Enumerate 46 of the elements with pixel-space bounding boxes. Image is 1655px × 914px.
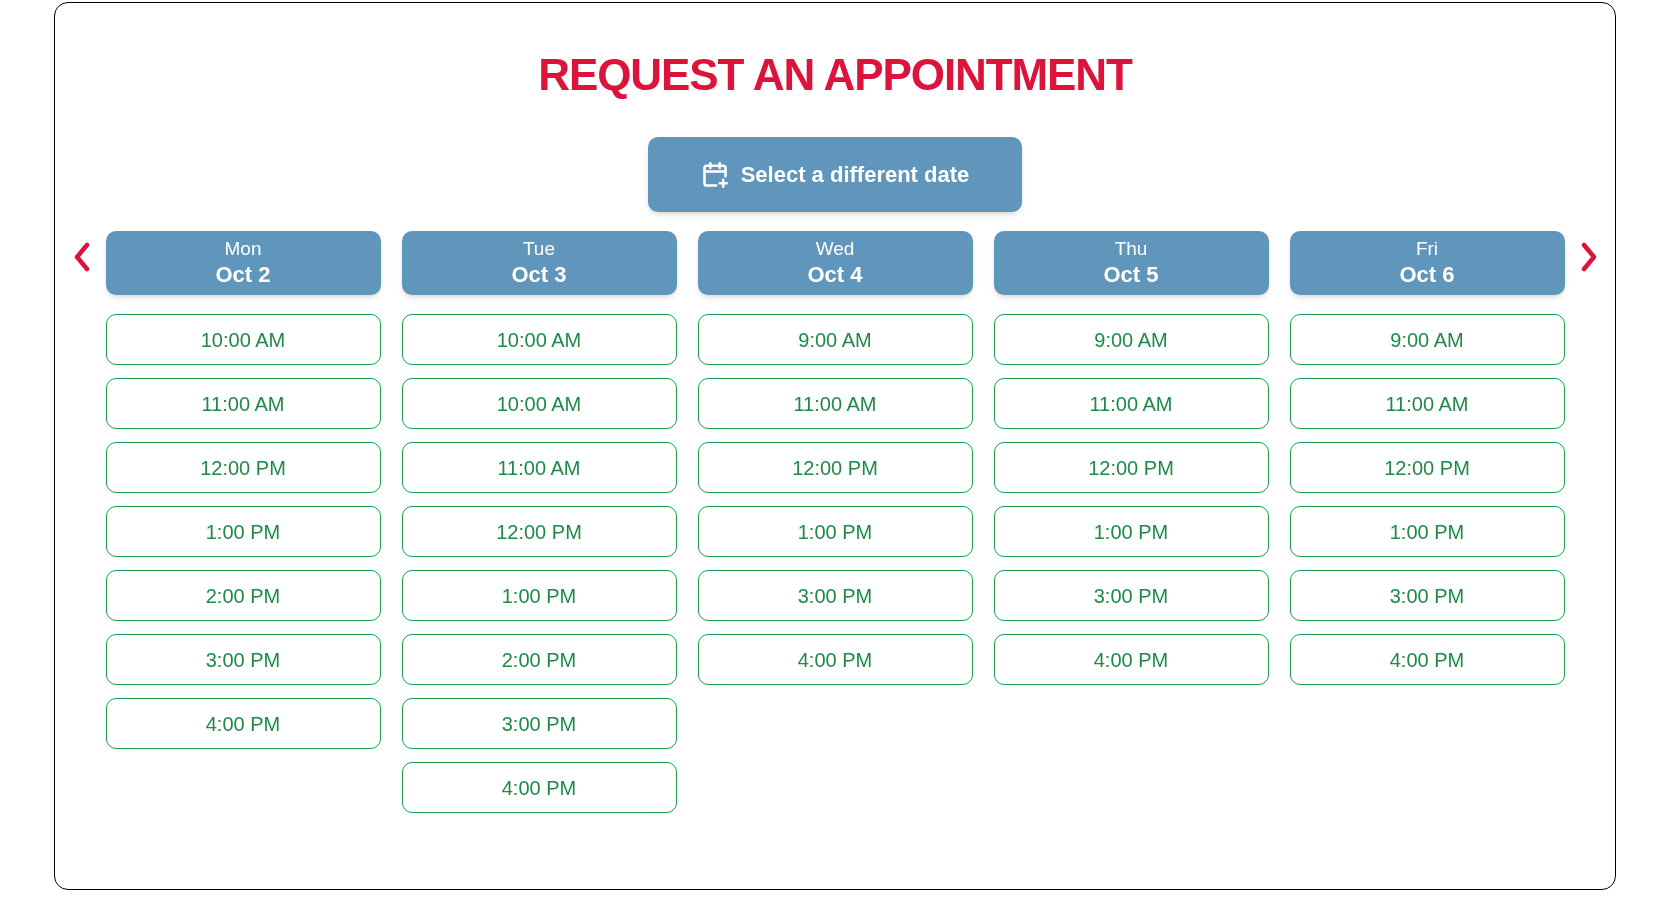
- date-label: Oct 6: [1399, 261, 1455, 289]
- time-slot-button[interactable]: 12:00 PM: [1289, 442, 1565, 493]
- calendar-add-icon: [700, 160, 729, 189]
- time-slot-button[interactable]: 1:00 PM: [105, 506, 381, 557]
- time-slot-button[interactable]: 4:00 PM: [697, 634, 973, 685]
- weekday-label: Thu: [1114, 237, 1148, 262]
- date-label: Oct 4: [807, 261, 863, 289]
- time-slot-button[interactable]: 4:00 PM: [1289, 634, 1565, 685]
- time-slot-button[interactable]: 11:00 AM: [401, 442, 677, 493]
- time-slot-button[interactable]: 1:00 PM: [993, 506, 1269, 557]
- time-slot-button[interactable]: 3:00 PM: [993, 570, 1269, 621]
- time-slot-button[interactable]: 3:00 PM: [697, 570, 973, 621]
- time-slot-button[interactable]: 10:00 AM: [105, 314, 381, 365]
- time-slot-button[interactable]: 3:00 PM: [401, 698, 677, 749]
- time-slot-button[interactable]: 12:00 PM: [993, 442, 1269, 493]
- time-slot-button[interactable]: 11:00 AM: [993, 378, 1269, 429]
- time-slot-button[interactable]: 11:00 AM: [697, 378, 973, 429]
- time-slot-button[interactable]: 9:00 AM: [1289, 314, 1565, 365]
- time-slot-button[interactable]: 4:00 PM: [401, 762, 677, 813]
- time-slot-button[interactable]: 12:00 PM: [401, 506, 677, 557]
- time-slot-button[interactable]: 1:00 PM: [1289, 506, 1565, 557]
- time-slot-button[interactable]: 12:00 PM: [697, 442, 973, 493]
- time-slot-button[interactable]: 10:00 AM: [401, 378, 677, 429]
- time-slot-button[interactable]: 9:00 AM: [697, 314, 973, 365]
- weekday-label: Tue: [522, 237, 555, 262]
- page-title: REQUEST AN APPOINTMENT: [538, 53, 1132, 97]
- time-slot-button[interactable]: 11:00 AM: [105, 378, 381, 429]
- time-slot-button[interactable]: 4:00 PM: [993, 634, 1269, 685]
- date-label: Oct 2: [215, 261, 271, 289]
- time-slot-button[interactable]: 11:00 AM: [1289, 378, 1565, 429]
- weekday-label: Fri: [1415, 237, 1439, 262]
- time-slot-button[interactable]: 1:00 PM: [401, 570, 677, 621]
- date-label: Oct 5: [1103, 261, 1159, 289]
- time-slot-button[interactable]: 2:00 PM: [105, 570, 381, 621]
- date-label: Oct 3: [511, 261, 567, 289]
- time-slot-button[interactable]: 4:00 PM: [105, 698, 381, 749]
- weekday-label: Mon: [224, 237, 262, 262]
- time-slot-button[interactable]: 2:00 PM: [401, 634, 677, 685]
- time-slot-button[interactable]: 3:00 PM: [105, 634, 381, 685]
- time-slot-button[interactable]: 1:00 PM: [697, 506, 973, 557]
- select-date-button[interactable]: Select a different date: [648, 137, 1022, 212]
- time-slot-button[interactable]: 9:00 AM: [993, 314, 1269, 365]
- time-slot-button[interactable]: 3:00 PM: [1289, 570, 1565, 621]
- time-slot-button[interactable]: 12:00 PM: [105, 442, 381, 493]
- time-slot-button[interactable]: 10:00 AM: [401, 314, 677, 365]
- weekday-label: Wed: [815, 237, 855, 262]
